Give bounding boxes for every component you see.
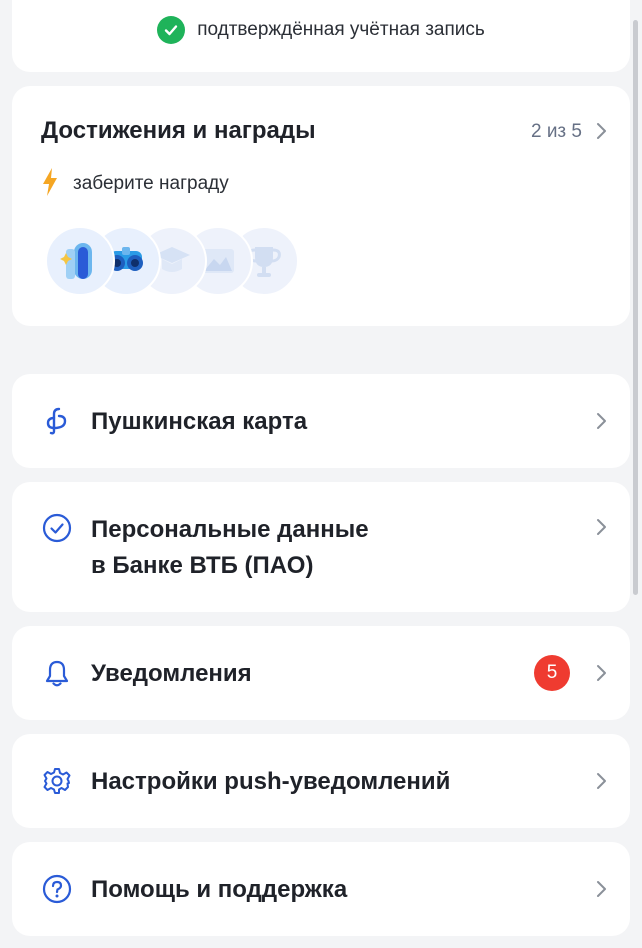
achievements-card[interactable]: Достижения и награды 2 из 5 заберите наг… xyxy=(12,86,630,326)
menu-item-help[interactable]: Помощь и поддержка xyxy=(12,842,630,936)
chevron-right-icon xyxy=(594,663,608,688)
menu-item-push-settings[interactable]: Настройки push-уведомлений xyxy=(12,734,630,828)
menu-item-pushkin-card[interactable]: Пушкинская карта xyxy=(12,374,630,468)
reward-text: заберите награду xyxy=(73,173,229,194)
achievements-title: Достижения и награды xyxy=(41,117,316,144)
verified-text: подтверждённая учётная запись xyxy=(197,19,485,40)
menu-item-label-line2: в Банке ВТБ (ПАО) xyxy=(91,552,314,579)
chevron-right-icon xyxy=(594,411,608,436)
pushkin-card-icon xyxy=(42,406,72,436)
check-circle-icon xyxy=(42,513,72,543)
chevron-right-icon xyxy=(594,771,608,796)
notification-count-badge: 5 xyxy=(534,655,570,691)
menu-item-label: Уведомления xyxy=(91,660,252,687)
chevron-right-icon xyxy=(594,879,608,904)
chevron-right-icon xyxy=(594,121,608,146)
question-icon xyxy=(42,874,72,904)
menu-item-personal-data[interactable]: Персональные данные в Банке ВТБ (ПАО) xyxy=(12,482,630,612)
chevron-right-icon xyxy=(594,517,608,542)
menu-item-notifications[interactable]: Уведомления 5 xyxy=(12,626,630,720)
menu-item-label-line1: Персональные данные xyxy=(91,516,369,543)
lightning-icon xyxy=(41,167,59,202)
scrollbar[interactable] xyxy=(633,20,638,595)
verified-account-card: подтверждённая учётная запись xyxy=(12,0,630,72)
bell-icon xyxy=(42,658,72,688)
reward-row[interactable]: заберите награду xyxy=(41,167,229,202)
menu-item-label: Пушкинская карта xyxy=(91,408,308,435)
gear-icon xyxy=(42,766,72,796)
achievements-count: 2 из 5 xyxy=(530,121,582,142)
door-badge-icon xyxy=(45,226,115,296)
menu-item-label: Настройки push-уведомлений xyxy=(91,768,451,795)
menu-item-label: Помощь и поддержка xyxy=(91,876,348,903)
verified-check-icon xyxy=(157,16,186,44)
achievement-badges[interactable] xyxy=(45,226,345,296)
verified-row: подтверждённая учётная запись xyxy=(12,16,630,44)
